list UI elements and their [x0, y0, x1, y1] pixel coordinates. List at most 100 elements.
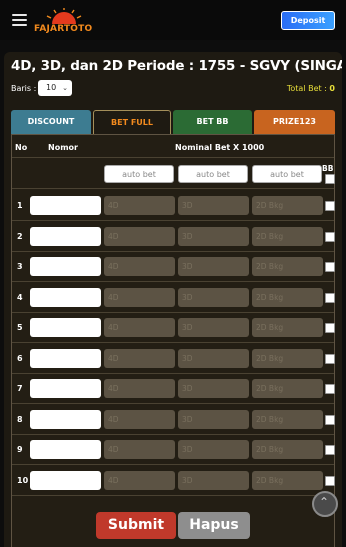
row-divider: [12, 403, 334, 404]
nomor-input[interactable]: [30, 379, 101, 398]
bb-checkbox[interactable]: [325, 445, 335, 455]
bet-4d-input[interactable]: 4D: [104, 318, 175, 337]
nomor-input[interactable]: [30, 287, 101, 307]
nomor-input[interactable]: [30, 196, 101, 215]
row-divider: [12, 311, 334, 313]
bet-2d-bkg-input[interactable]: 2D Bkg: [252, 470, 323, 490]
row-divider: [12, 372, 334, 374]
autobet-4d-input[interactable]: auto bet: [104, 165, 174, 183]
page-title: 4D, 3D, dan 2D Periode : 1755 - SGVY (SI…: [11, 58, 342, 74]
nomor-input[interactable]: [30, 440, 101, 459]
bb-header: BB: [322, 164, 334, 173]
nomor-input[interactable]: [30, 226, 101, 246]
bet-2d-bkg-input[interactable]: 2D Bkg: [252, 409, 323, 429]
bb-checkbox[interactable]: [325, 384, 335, 394]
bb-select-all-checkbox[interactable]: [325, 174, 335, 184]
bb-checkbox[interactable]: [325, 323, 335, 333]
hapus-button[interactable]: Hapus: [178, 512, 250, 539]
col-no-header: No: [15, 143, 28, 152]
bet-panel: 4D, 3D, dan 2D Periode : 1755 - SGVY (SI…: [4, 52, 342, 547]
row-number: 8: [17, 414, 23, 424]
bet-4d-input[interactable]: 4D: [104, 470, 175, 490]
nomor-input[interactable]: [30, 348, 101, 368]
bet-4d-input[interactable]: 4D: [104, 287, 175, 307]
bet-table: No Nomor Nominal Bet X 1000 auto bet aut…: [11, 134, 335, 547]
deposit-button[interactable]: Deposit: [281, 11, 335, 30]
row-divider: [12, 464, 334, 465]
row-number: 9: [17, 445, 23, 454]
header-divider: [12, 157, 334, 158]
menu-icon[interactable]: [12, 14, 27, 26]
nomor-input[interactable]: [30, 257, 101, 276]
row-number: 3: [17, 262, 23, 271]
logo-text: FAJARTOTO: [34, 24, 93, 34]
autobet-3d-input[interactable]: auto bet: [178, 165, 248, 183]
logo[interactable]: FAJARTOTO: [34, 8, 98, 34]
bet-2d-bkg-input[interactable]: 2D Bkg: [252, 196, 323, 215]
nomor-input[interactable]: [30, 409, 101, 429]
row-number: 4: [17, 292, 23, 302]
scroll-top-button[interactable]: ⌃: [312, 491, 338, 517]
bet-4d-input[interactable]: 4D: [104, 257, 175, 276]
bet-2d-bkg-input[interactable]: 2D Bkg: [252, 226, 323, 246]
top-bar: FAJARTOTO Deposit: [0, 0, 346, 40]
bb-checkbox[interactable]: [325, 201, 335, 211]
bet-3d-input[interactable]: 3D: [178, 470, 249, 490]
tab-bet-bb[interactable]: BET BB: [173, 110, 252, 134]
row-divider: [12, 220, 334, 221]
bet-4d-input[interactable]: 4D: [104, 440, 175, 459]
baris-select[interactable]: 10 ⌄: [38, 80, 72, 96]
total-bet-value: 0: [329, 84, 335, 93]
nomor-input[interactable]: [30, 318, 101, 337]
row-number: 7: [17, 384, 23, 393]
row-number: 1: [17, 201, 23, 210]
bet-3d-input[interactable]: 3D: [178, 318, 249, 337]
row-divider: [12, 281, 334, 282]
bet-3d-input[interactable]: 3D: [178, 440, 249, 459]
col-nomor-header: Nomor: [48, 143, 78, 152]
bet-4d-input[interactable]: 4D: [104, 348, 175, 368]
bet-4d-input[interactable]: 4D: [104, 196, 175, 215]
baris-value: 10: [46, 83, 57, 92]
bet-3d-input[interactable]: 3D: [178, 379, 249, 398]
bet-3d-input[interactable]: 3D: [178, 409, 249, 429]
row-divider: [12, 433, 334, 435]
tab-prize123[interactable]: PRIZE123: [254, 110, 335, 134]
bet-3d-input[interactable]: 3D: [178, 348, 249, 368]
row-divider: [12, 494, 334, 496]
bet-4d-input[interactable]: 4D: [104, 379, 175, 398]
tab-bet-full[interactable]: BET FULL: [93, 110, 171, 134]
bb-checkbox[interactable]: [325, 475, 335, 486]
bet-3d-input[interactable]: 3D: [178, 257, 249, 276]
row-number: 2: [17, 231, 23, 241]
bb-checkbox[interactable]: [325, 292, 335, 303]
bet-2d-bkg-input[interactable]: 2D Bkg: [252, 287, 323, 307]
bb-checkbox[interactable]: [325, 353, 335, 364]
row-number: 10: [17, 475, 29, 485]
nomor-input[interactable]: [30, 470, 101, 490]
row-number: 5: [17, 323, 23, 332]
bet-2d-bkg-input[interactable]: 2D Bkg: [252, 440, 323, 459]
submit-button[interactable]: Submit: [96, 512, 176, 539]
bb-checkbox[interactable]: [325, 414, 335, 425]
chevron-up-icon: ⌃: [319, 495, 330, 509]
tab-discount[interactable]: DISCOUNT: [11, 110, 91, 134]
bet-2d-bkg-input[interactable]: 2D Bkg: [252, 348, 323, 368]
autobet-2d-input[interactable]: auto bet: [252, 165, 322, 183]
bet-2d-bkg-input[interactable]: 2D Bkg: [252, 379, 323, 398]
bet-2d-bkg-input[interactable]: 2D Bkg: [252, 257, 323, 276]
total-bet: Total Bet : 0: [287, 84, 335, 93]
autobet-divider: [12, 188, 334, 189]
chevron-down-icon: ⌄: [62, 84, 68, 92]
bet-3d-input[interactable]: 3D: [178, 196, 249, 215]
row-number: 6: [17, 353, 23, 363]
bet-3d-input[interactable]: 3D: [178, 226, 249, 246]
bb-checkbox[interactable]: [325, 262, 335, 272]
bet-4d-input[interactable]: 4D: [104, 409, 175, 429]
bb-checkbox[interactable]: [325, 231, 335, 242]
row-divider: [12, 250, 334, 252]
bet-3d-input[interactable]: 3D: [178, 287, 249, 307]
col-nominal-header: Nominal Bet X 1000: [175, 143, 265, 152]
bet-4d-input[interactable]: 4D: [104, 226, 175, 246]
bet-2d-bkg-input[interactable]: 2D Bkg: [252, 318, 323, 337]
